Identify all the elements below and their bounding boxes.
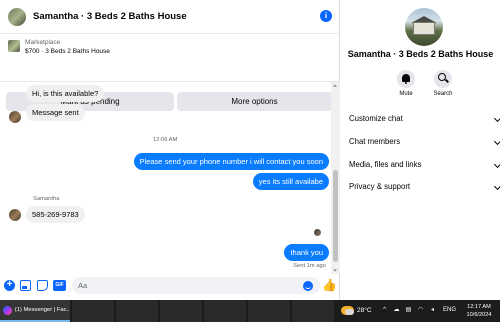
sender-name: Samantha [33, 196, 60, 202]
menu-item-label: Chat members [349, 137, 401, 146]
chat-panel: Samantha · 3 Beds 2 Baths House i Market… [0, 0, 340, 300]
menu-item-label: Privacy & support [349, 182, 411, 191]
scroll-up-icon[interactable] [333, 84, 337, 87]
message-incoming[interactable]: Message sent [26, 104, 85, 121]
search-button[interactable]: Search [426, 70, 460, 97]
volume-icon[interactable]: ◂ [429, 307, 436, 314]
menu-item-label: Customize chat [349, 114, 403, 123]
marketplace-listing: Marketplace $700 · 3 Beds 2 Baths House … [0, 34, 340, 111]
chevron-down-icon [493, 114, 500, 123]
message-outgoing[interactable]: thank you [284, 244, 329, 261]
search-icon [438, 73, 446, 81]
info-icon[interactable]: i [320, 10, 332, 22]
taskbar-app-label: (1) Messenger | Fac... [14, 307, 70, 313]
bell-icon [402, 74, 410, 84]
mute-label: Mute [399, 91, 413, 97]
weather-temperature[interactable]: 28°C [357, 307, 372, 314]
read-receipt-avatar [314, 229, 321, 236]
chat-title[interactable]: Samantha · 3 Beds 2 Baths House [33, 11, 187, 22]
avatar[interactable] [9, 209, 21, 221]
chevron-down-icon [493, 160, 500, 169]
cloud-icon[interactable]: ☁ [393, 307, 400, 314]
chevron-down-icon [493, 137, 500, 146]
wifi-icon[interactable]: ◠ [417, 307, 424, 314]
chevron-down-icon [493, 182, 500, 191]
house-image [413, 22, 435, 35]
profile-name: Samantha · 3 Beds 2 Baths House [347, 49, 494, 59]
sticker-icon[interactable] [37, 280, 48, 291]
message-status: Sent 1m ago [293, 263, 326, 269]
weather-icon[interactable] [341, 306, 354, 315]
menu-item-media-files-links[interactable]: Media, files and links [341, 154, 500, 176]
message-outgoing[interactable]: Please send your phone number i will con… [133, 153, 329, 170]
taskbar-app-slot[interactable] [204, 300, 247, 322]
photo-icon[interactable] [20, 280, 31, 291]
chevron-up-icon[interactable]: ^ [381, 307, 388, 314]
taskbar: (1) Messenger | Fac... 28°C ^ ☁ ▤ ◠ ◂ EN… [0, 300, 500, 322]
avatar[interactable] [405, 8, 443, 46]
chat-header: Samantha · 3 Beds 2 Baths House i [0, 0, 340, 34]
composer: + GIF 👍 [0, 274, 340, 298]
menu-item-privacy-support[interactable]: Privacy & support [341, 176, 500, 198]
plus-icon[interactable]: + [4, 280, 15, 291]
taskbar-apps [72, 300, 335, 322]
taskbar-app-slot[interactable] [292, 300, 335, 322]
taskbar-app-slot[interactable] [160, 300, 203, 322]
message-input[interactable] [72, 277, 320, 294]
clock-date: 10/6/2024 [466, 312, 492, 318]
search-label: Search [433, 91, 453, 97]
language-indicator[interactable]: ENG [443, 307, 456, 313]
avatar[interactable] [9, 111, 21, 123]
scroll-thumb[interactable] [333, 170, 338, 262]
conversation-info-panel: Samantha · 3 Beds 2 Baths House Mute Sea… [341, 0, 500, 300]
taskbar-app-slot[interactable] [248, 300, 291, 322]
gif-icon[interactable]: GIF [53, 280, 66, 291]
taskbar-app-messenger[interactable]: (1) Messenger | Fac... [0, 300, 70, 322]
mute-circle[interactable] [397, 70, 415, 88]
scroll-down-icon[interactable] [333, 269, 337, 272]
taskbar-app-slot[interactable] [72, 300, 115, 322]
taskbar-app-slot[interactable] [116, 300, 159, 322]
thumbs-up-icon[interactable]: 👍 [322, 279, 337, 292]
listing-thumbnail[interactable] [8, 40, 20, 52]
mute-button[interactable]: Mute [389, 70, 423, 97]
menu-item-customize-chat[interactable]: Customize chat [341, 108, 500, 130]
message-outgoing[interactable]: yes its still availabe [252, 173, 329, 190]
listing-description[interactable]: $700 · 3 Beds 2 Baths House [25, 48, 110, 55]
message-incoming[interactable]: 585-269-9783 [26, 206, 85, 223]
message-list[interactable]: Hi, is this available? Message sent 12:0… [0, 82, 340, 274]
printer-icon[interactable]: ▤ [405, 307, 412, 314]
menu-item-label: Media, files and links [349, 160, 422, 169]
menu-item-chat-members[interactable]: Chat members [341, 131, 500, 153]
message-timestamp: 12:06 AM [153, 137, 178, 143]
search-circle[interactable] [434, 70, 452, 88]
clock[interactable]: 12:17 AM 10/6/2024 [462, 303, 496, 319]
scrollbar[interactable] [331, 82, 340, 274]
message-incoming[interactable]: Hi, is this available? [26, 85, 105, 102]
emoji-icon[interactable] [303, 281, 313, 291]
clock-time: 12:17 AM [467, 304, 491, 310]
messenger-icon [3, 305, 12, 315]
listing-source: Marketplace [25, 39, 61, 46]
avatar[interactable] [8, 7, 26, 26]
